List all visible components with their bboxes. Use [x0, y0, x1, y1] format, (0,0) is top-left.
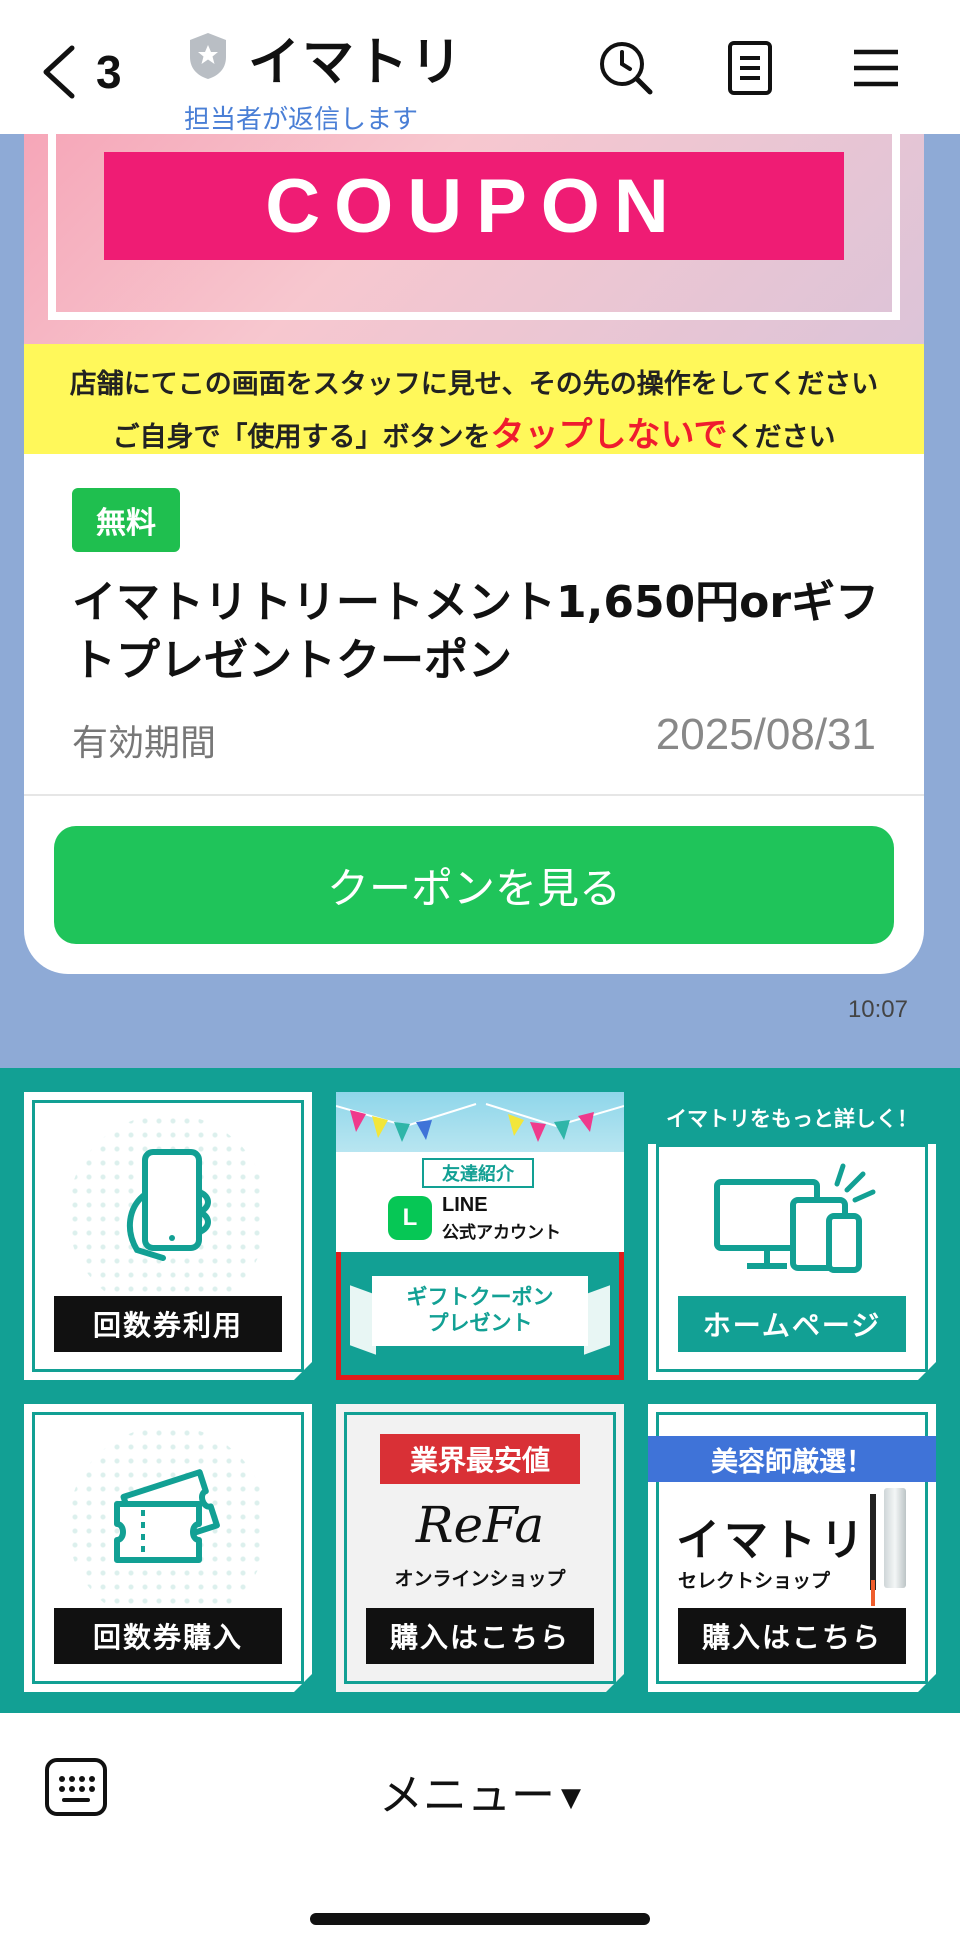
chat-title: イマトリ: [248, 33, 465, 93]
chat-subtitle: 担当者が返信します: [184, 105, 419, 135]
menu-toggle-label: メニュー: [379, 1770, 555, 1821]
coupon-banner: COUPON: [104, 152, 844, 260]
refa-logo: ReFa: [415, 1496, 545, 1554]
online-shop-label: オンラインショップ: [394, 1568, 566, 1590]
line-official-account: 公式アカウント: [442, 1223, 561, 1243]
coupon-image: COUPON: [24, 134, 924, 344]
tile-label: 購入はこちら: [678, 1608, 906, 1664]
lowest-price-banner: 業界最安値: [380, 1434, 580, 1484]
imatori-logo: イマトリ: [676, 1515, 868, 1566]
chat-header: 3 イマトリ 担当者が返信します: [0, 0, 960, 136]
menu-tile-homepage[interactable]: イマトリをもっと詳しく！ ホームページ: [648, 1092, 936, 1380]
notes-icon: [728, 41, 772, 95]
menu-tile-ticket-purchase[interactable]: 回数券購入: [24, 1404, 312, 1692]
caret-down-icon: ▼: [561, 1783, 581, 1813]
coupon-message-card[interactable]: COUPON 店舗にてこの画面をスタッフに見せ、その先の操作をしてください ご自…: [24, 134, 924, 974]
rich-menu: 回数券利用 友達紹介 L LINE 公式アカウント ギフトクーポン プレゼント …: [0, 1068, 960, 1713]
line-logo-icon: L: [388, 1196, 432, 1240]
notes-button[interactable]: [718, 36, 782, 100]
coupon-title: イマトリトリートメント1,650円orギフトプレゼントクーポン: [72, 577, 880, 686]
valid-period-label: 有効期間: [72, 723, 217, 764]
home-indicator: [310, 1913, 650, 1925]
hamburger-menu-icon: [854, 49, 898, 87]
menu-toggle[interactable]: メニュー ▼: [0, 1759, 960, 1823]
coupon-banner-text: COUPON: [265, 163, 683, 249]
search-clock-button[interactable]: [594, 36, 658, 100]
serum-bottle-image: [884, 1488, 906, 1588]
notice-warning: タップしないで: [490, 415, 728, 455]
free-badge: 無料: [72, 488, 180, 552]
unread-count: 3: [96, 46, 122, 98]
valid-period-date: 2025/08/31: [655, 710, 876, 759]
tile-label: 回数券購入: [54, 1608, 282, 1664]
gift-coupon-text: ギフトクーポン プレゼント: [406, 1285, 554, 1335]
notice-line-1: 店舗にてこの画面をスタッフに見せ、その先の操作をしてください: [69, 369, 879, 400]
tickets-icon: [114, 1469, 220, 1563]
menu-tile-friend-referral[interactable]: 友達紹介 L LINE 公式アカウント ギフトクーポン プレゼント: [336, 1092, 624, 1380]
coupon-notice: 店舗にてこの画面をスタッフに見せ、その先の操作をしてください ご自身で「使用する…: [24, 344, 924, 455]
chat-title-area[interactable]: イマトリ 担当者が返信します: [184, 20, 465, 136]
shield-star-icon: [186, 31, 230, 85]
notice-line-2: ご自身で「使用する」ボタンをタップしないでください: [112, 415, 836, 455]
devices-icon: [714, 1163, 876, 1273]
friend-referral-tag: 友達紹介: [422, 1158, 534, 1188]
search-clock-icon: [600, 42, 653, 95]
menu-tile-ticket-use[interactable]: 回数券利用: [24, 1092, 312, 1380]
tile-label: 回数券利用: [54, 1296, 282, 1352]
smartphone-hand-icon: [126, 1149, 211, 1261]
tile-header: イマトリをもっと詳しく！: [648, 1092, 936, 1144]
line-title: LINE: [442, 1194, 488, 1216]
menu-button[interactable]: [844, 36, 908, 100]
menu-tile-refa-shop[interactable]: 業界最安値 ReFa オンラインショップ 購入はこちら: [336, 1404, 624, 1692]
divider: [24, 794, 924, 796]
bottom-bar: メニュー ▼: [0, 1713, 960, 1953]
tile-header: 美容師厳選！: [648, 1436, 936, 1482]
tile-label: 購入はこちら: [366, 1608, 594, 1664]
back-button[interactable]: 3: [40, 42, 135, 102]
view-coupon-button[interactable]: クーポンを見る: [54, 826, 894, 944]
menu-tile-select-shop[interactable]: 美容師厳選！ イマトリ セレクトショップ 購入はこちら: [648, 1404, 936, 1692]
tile-label: ホームページ: [678, 1296, 906, 1352]
message-timestamp: 10:07: [847, 996, 908, 1023]
back-chevron-icon: [43, 45, 75, 99]
select-shop-label: セレクトショップ: [678, 1570, 831, 1592]
mascara-wand-image: [870, 1494, 876, 1590]
chat-area[interactable]: COUPON 店舗にてこの画面をスタッフに見せ、その先の操作をしてください ご自…: [0, 134, 960, 1068]
gift-coupon-ribbon: ギフトクーポン プレゼント: [372, 1276, 588, 1346]
